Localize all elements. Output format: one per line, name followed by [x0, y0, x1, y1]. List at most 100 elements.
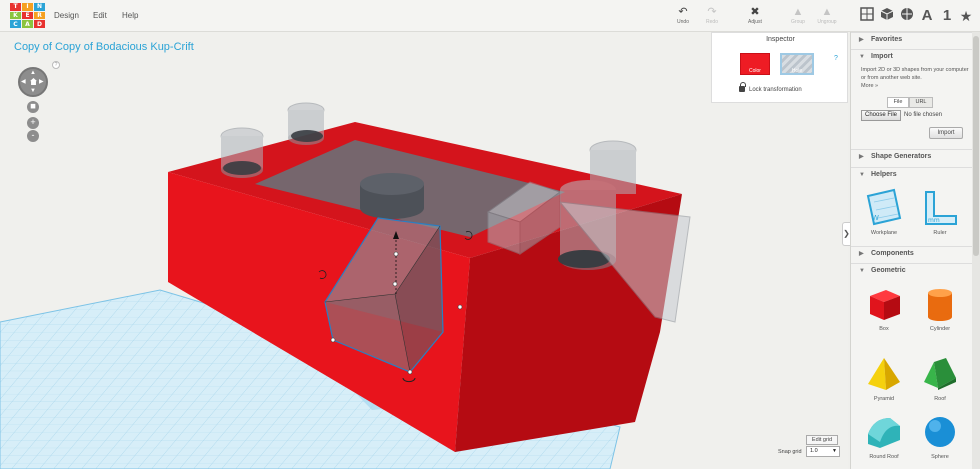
- helpers-header[interactable]: ▼ Helpers: [851, 167, 972, 182]
- lock-transformation-label[interactable]: Lock transformation: [749, 87, 802, 93]
- snap-grid-label: Snap grid: [778, 449, 802, 455]
- snap-grid-select[interactable]: 1.0 ▼: [806, 446, 840, 457]
- cylinder-icon: [928, 289, 952, 321]
- help-icon[interactable]: ?: [52, 61, 60, 69]
- tab-url[interactable]: URL: [909, 97, 933, 108]
- tab-file[interactable]: File: [887, 97, 909, 108]
- adjust-icon: ✖: [750, 6, 760, 18]
- zoom-in-button[interactable]: +: [27, 117, 39, 129]
- workplane-icon: W: [866, 188, 902, 226]
- arrow-down-icon[interactable]: ▼: [30, 88, 36, 94]
- arrow-up-icon[interactable]: ▲: [30, 70, 36, 76]
- orbit-control[interactable]: ▲ ▼ ◀ ▶: [18, 67, 48, 97]
- panel-scrollbar[interactable]: [972, 32, 980, 469]
- color-button[interactable]: Color: [740, 53, 770, 75]
- import-description: Import 2D or 3D shapes from your compute…: [861, 66, 971, 90]
- view-gallery-button[interactable]: [897, 6, 917, 26]
- inspector-panel: Inspector Color Hole ? Lock transformati…: [711, 32, 848, 103]
- box-shape[interactable]: Box: [859, 284, 909, 332]
- right-panel: ▶ Favorites ▼ Import Import 2D or 3D sha…: [850, 32, 972, 469]
- group-label: Group: [791, 19, 805, 25]
- logo-letter: D: [34, 20, 45, 28]
- cylinder-label: Cylinder: [929, 326, 951, 332]
- roof-shape[interactable]: Roof: [915, 354, 965, 402]
- design-title[interactable]: Copy of Copy of Bodacious Kup-Crift: [14, 41, 194, 53]
- top-bar: TINKERCAD Design Edit Help ↶ Undo ↷ Redo…: [0, 0, 980, 32]
- pyramid-shape[interactable]: Pyramid: [859, 354, 909, 402]
- sphere-label: Sphere: [931, 454, 949, 460]
- geometric-header[interactable]: ▼ Geometric: [851, 263, 972, 278]
- chevron-right-icon: ▶: [859, 154, 864, 160]
- ruler-label: Ruler: [933, 230, 947, 236]
- components-header[interactable]: ▶ Components: [851, 246, 972, 261]
- logo-letter: K: [10, 11, 21, 20]
- cylinder-shape[interactable]: Cylinder: [915, 284, 965, 332]
- ungroup-button[interactable]: ▲ Ungroup: [814, 6, 840, 25]
- tinkercad-app: TINKERCAD Design Edit Help ↶ Undo ↷ Redo…: [0, 0, 980, 469]
- favorites-label: Favorites: [871, 36, 903, 43]
- menu-design[interactable]: Design: [54, 11, 79, 20]
- svg-text:W: W: [872, 214, 879, 222]
- numbers-button[interactable]: 1: [937, 6, 957, 26]
- logo-letter: E: [22, 11, 33, 20]
- menu-help[interactable]: Help: [122, 11, 138, 20]
- redo-button[interactable]: ↷ Redo: [699, 6, 725, 25]
- ruler-icon: mm: [925, 191, 957, 225]
- arrow-left-icon[interactable]: ◀: [21, 79, 26, 85]
- box-icon: [870, 290, 900, 320]
- grid-icon: [860, 7, 874, 21]
- sphere-shape[interactable]: Sphere: [915, 412, 965, 460]
- chevron-down-icon: ▼: [859, 54, 865, 60]
- undo-label: Undo: [677, 19, 689, 25]
- lock-icon[interactable]: [739, 82, 746, 92]
- logo-letter: I: [22, 3, 33, 11]
- ruler-helper[interactable]: mm Ruler: [915, 188, 965, 236]
- workplane-helper[interactable]: W Workplane: [859, 188, 909, 236]
- snap-grid-value: 1.0: [810, 448, 818, 454]
- view-workplane-button[interactable]: [857, 6, 877, 26]
- view-3d-button[interactable]: [877, 6, 897, 26]
- roof-icon: [924, 358, 956, 390]
- more-link[interactable]: More »: [861, 82, 971, 90]
- edit-grid-button[interactable]: Edit grid: [806, 435, 838, 445]
- star-icon[interactable]: ★: [956, 6, 976, 26]
- adjust-button[interactable]: ✖ Adjust: [742, 6, 768, 25]
- group-button[interactable]: ▲ Group: [785, 6, 811, 25]
- favorites-header[interactable]: ▶ Favorites: [851, 32, 972, 47]
- logo-letter: C: [10, 20, 21, 28]
- group-icon: ▲: [792, 6, 804, 18]
- inspector-help-link[interactable]: ?: [834, 55, 838, 62]
- import-button[interactable]: Import: [929, 127, 963, 139]
- redo-icon: ↷: [707, 6, 717, 18]
- home-icon[interactable]: [30, 78, 37, 85]
- import-header[interactable]: ▼ Import: [851, 49, 972, 64]
- zoom-out-button[interactable]: -: [27, 130, 39, 142]
- workplane-label: Workplane: [870, 230, 898, 236]
- shape-generators-header[interactable]: ▶ Shape Generators: [851, 149, 972, 164]
- arrow-right-icon[interactable]: ▶: [39, 79, 44, 85]
- tinkercad-logo[interactable]: TIN KER CAD: [10, 3, 45, 28]
- svg-text:mm: mm: [928, 217, 940, 224]
- scrollbar-thumb[interactable]: [973, 36, 979, 256]
- undo-icon: ↶: [678, 6, 688, 18]
- cube-icon: [880, 8, 894, 20]
- chevron-right-icon: ▶: [859, 251, 864, 257]
- chevron-right-icon: ▶: [859, 37, 864, 43]
- panel-toggle-chevron-icon[interactable]: ❯: [842, 222, 850, 246]
- chevron-down-icon: ▼: [859, 268, 865, 274]
- components-label: Components: [871, 250, 914, 257]
- menu-edit[interactable]: Edit: [93, 11, 107, 20]
- helpers-label: Helpers: [871, 171, 897, 178]
- choose-file-button[interactable]: Choose File: [861, 110, 901, 121]
- letters-button[interactable]: A: [917, 6, 937, 26]
- undo-button[interactable]: ↶ Undo: [670, 6, 696, 25]
- round-roof-icon: [868, 418, 900, 448]
- shape-generators-label: Shape Generators: [871, 153, 932, 160]
- chevron-down-icon: ▼: [832, 448, 837, 454]
- redo-label: Redo: [706, 19, 718, 25]
- fit-view-icon[interactable]: ◼: [27, 101, 39, 113]
- box-label: Box: [879, 326, 889, 332]
- round-roof-shape[interactable]: Round Roof: [859, 412, 909, 460]
- hole-button[interactable]: Hole: [780, 53, 814, 75]
- ungroup-label: Ungroup: [817, 19, 837, 25]
